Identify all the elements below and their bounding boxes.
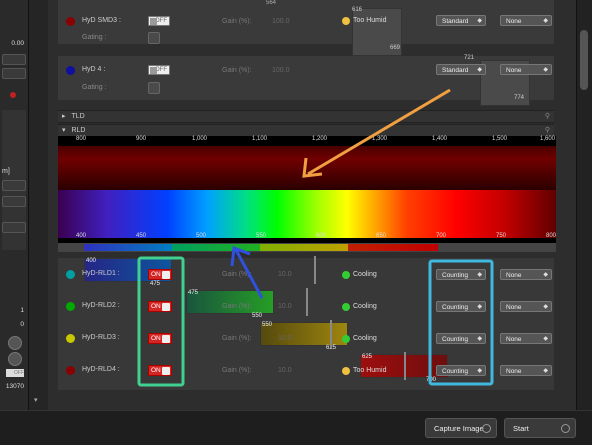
blue-arrow bbox=[234, 249, 264, 299]
annotation-overlay bbox=[137, 88, 494, 387]
cyan-highlight-box bbox=[428, 259, 494, 386]
orange-arrow bbox=[307, 88, 451, 176]
start-button[interactable]: Start bbox=[504, 418, 576, 438]
green-highlight-box bbox=[137, 256, 185, 387]
capture-image-button[interactable]: Capture Image bbox=[425, 418, 497, 438]
